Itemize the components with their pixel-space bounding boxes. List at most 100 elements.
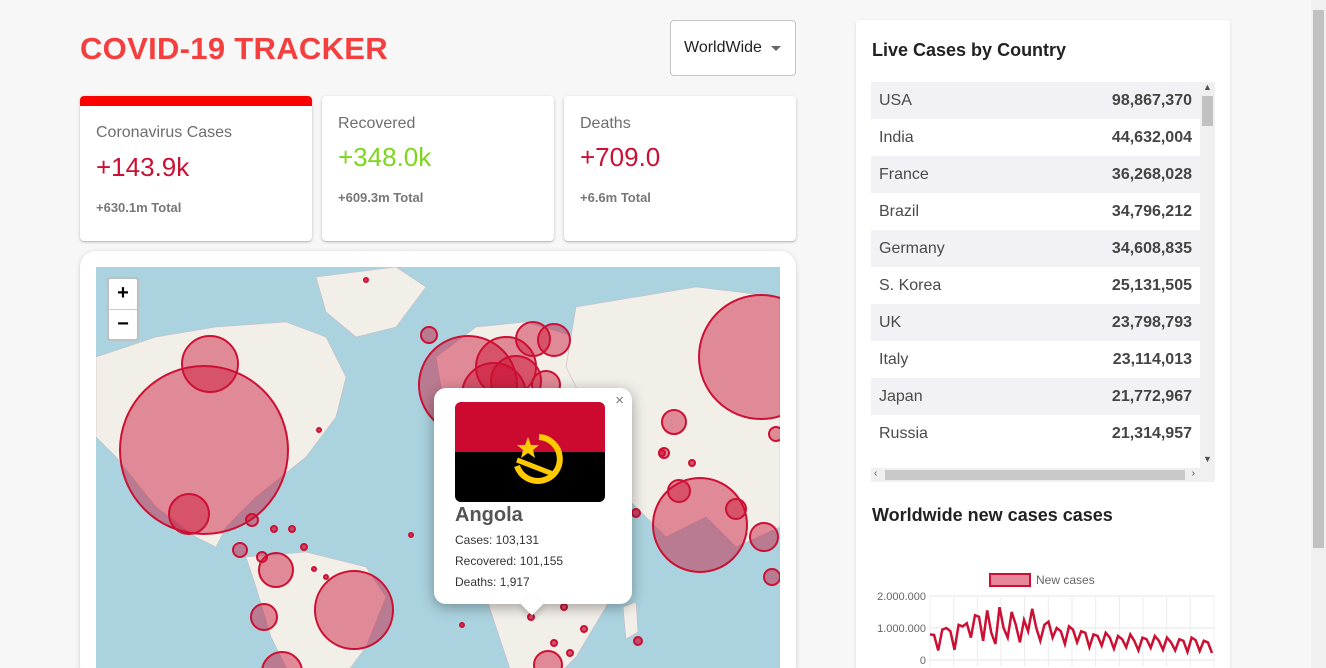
- case-dot: [580, 625, 588, 633]
- case-dot: [633, 636, 643, 646]
- table-horizontal-scrollbar[interactable]: ‹ ›: [871, 468, 1215, 482]
- zoom-out-button[interactable]: −: [109, 309, 137, 339]
- recovered-card[interactable]: Recovered +348.0k +609.3m Total: [322, 96, 554, 241]
- case-circle: [168, 493, 210, 535]
- table-row-country: Russia: [879, 424, 928, 442]
- deaths-card[interactable]: Deaths +709.0 +6.6m Total: [564, 96, 796, 241]
- case-circle: [537, 323, 571, 357]
- case-dot: [688, 459, 696, 467]
- case-circle: [725, 498, 747, 520]
- recovered-card-value: +348.0k: [338, 142, 432, 172]
- country-popup: × Angola Cases: 103,131 Recovered: 101,1…: [434, 388, 632, 616]
- case-dot: [311, 566, 317, 572]
- table-row-cases: 21,314,957: [1111, 424, 1192, 442]
- case-dot: [270, 525, 278, 533]
- map-card: + − × Angola Cases: 103,131 Recovered: 1…: [80, 251, 796, 668]
- case-circle: [250, 603, 278, 631]
- table-row: USA 98,867,370: [871, 82, 1200, 119]
- deaths-card-label: Deaths: [580, 115, 631, 132]
- table-vertical-scrollbar[interactable]: ▲ ▼: [1200, 82, 1215, 468]
- case-dot: [560, 603, 568, 611]
- case-dot: [300, 543, 308, 551]
- new-cases-line: [929, 606, 1214, 657]
- table-row: UK 23,798,793: [871, 304, 1200, 341]
- table-row-country: France: [879, 165, 929, 183]
- scroll-left-icon[interactable]: ‹: [874, 468, 877, 479]
- deaths-card-value: +709.0: [580, 142, 661, 172]
- table-scroll-thumb[interactable]: [1202, 96, 1213, 126]
- case-dot: [550, 639, 558, 647]
- case-circle: [181, 335, 239, 393]
- case-dot: [316, 427, 322, 433]
- case-circle: [667, 479, 691, 503]
- table-row-cases: 98,867,370: [1111, 91, 1192, 109]
- scroll-up-icon[interactable]: ▲: [1200, 82, 1215, 92]
- recovered-card-total: +609.3m Total: [338, 190, 424, 205]
- recovered-card-label: Recovered: [338, 115, 416, 132]
- deaths-card-total: +6.6m Total: [580, 190, 651, 205]
- table-row-cases: 25,131,505: [1111, 276, 1192, 294]
- case-dot: [566, 649, 574, 657]
- table-row: Italy 23,114,013: [871, 341, 1200, 378]
- scroll-right-icon[interactable]: ›: [1192, 468, 1195, 479]
- cases-card-total: +630.1m Total: [96, 200, 182, 215]
- case-circle: [420, 326, 438, 344]
- popup-cases: Cases: 103,131: [455, 533, 540, 547]
- case-dot: [363, 277, 369, 283]
- popup-country-name: Angola: [455, 504, 523, 526]
- popup-close-button[interactable]: ×: [615, 392, 624, 409]
- table-row-country: Italy: [879, 350, 909, 368]
- case-circle: [245, 513, 259, 527]
- table-row-cases: 23,114,013: [1112, 350, 1192, 368]
- greenland-land: [315, 267, 427, 338]
- active-card-indicator: [80, 96, 312, 106]
- angola-flag-image: [455, 402, 605, 502]
- world-map[interactable]: + − × Angola Cases: 103,131 Recovered: 1…: [96, 267, 780, 668]
- page-scrollbar[interactable]: [1311, 0, 1326, 668]
- case-circle: [749, 522, 779, 552]
- right-panel: Live Cases by Country USA 98,867,370 India…: [856, 20, 1230, 668]
- case-circle: [763, 568, 780, 586]
- cases-card[interactable]: Coronavirus Cases +143.9k +630.1m Total: [80, 96, 312, 241]
- table-row-country: Japan: [879, 387, 923, 405]
- country-select[interactable]: WorldWide: [670, 20, 796, 76]
- case-circle: [232, 542, 248, 558]
- popup-deaths: Deaths: 1,917: [455, 575, 530, 589]
- table-row-cases: 21,772,967: [1111, 387, 1192, 405]
- case-circle: [661, 409, 687, 435]
- table-hscroll-thumb[interactable]: [885, 470, 1185, 480]
- zoom-control: + −: [107, 277, 139, 341]
- app-title: COVID-19 TRACKER: [80, 31, 388, 66]
- case-dot: [408, 532, 414, 538]
- scroll-down-icon[interactable]: ▼: [1200, 454, 1215, 464]
- app-root: COVID-19 TRACKER WorldWide Coronavirus C…: [0, 0, 1326, 668]
- table-row-country: Germany: [879, 239, 945, 257]
- case-circle: [256, 551, 268, 563]
- table-title: Live Cases by Country: [872, 40, 1067, 60]
- chevron-down-icon: [771, 46, 781, 51]
- country-select-value: WorldWide: [684, 39, 762, 56]
- madagascar-land: [622, 601, 639, 640]
- case-dot: [658, 449, 666, 457]
- cases-card-value: +143.9k: [96, 152, 190, 182]
- table-row-cases: 36,268,028: [1111, 165, 1192, 183]
- table-row-cases: 34,608,835: [1111, 239, 1192, 257]
- table-row-cases: 23,798,793: [1111, 313, 1192, 331]
- new-cases-chart: New cases2.000.0001.000.0000222222222222…: [877, 573, 1215, 667]
- legend-label: New cases: [1036, 573, 1095, 587]
- y-tick-label: 2.000.000: [877, 591, 926, 603]
- page-scroll-thumb[interactable]: [1313, 10, 1324, 548]
- y-tick-label: 1.000.000: [877, 623, 926, 635]
- legend-swatch: [989, 573, 1031, 587]
- table-row: Japan 21,772,967: [871, 378, 1200, 415]
- case-circle: [314, 570, 394, 650]
- zoom-in-button[interactable]: +: [109, 279, 137, 309]
- country-table[interactable]: USA 98,867,370 India 44,632,004 France 36,268…: [871, 82, 1215, 482]
- y-tick-label: 0: [920, 655, 926, 667]
- popup-recovered: Recovered: 101,155: [455, 554, 564, 568]
- chart-title: Worldwide new cases cases: [872, 505, 1113, 525]
- table-row-cases: 44,632,004: [1111, 128, 1192, 146]
- case-dot: [459, 622, 465, 628]
- case-dot: [288, 525, 296, 533]
- case-dot: [323, 574, 329, 580]
